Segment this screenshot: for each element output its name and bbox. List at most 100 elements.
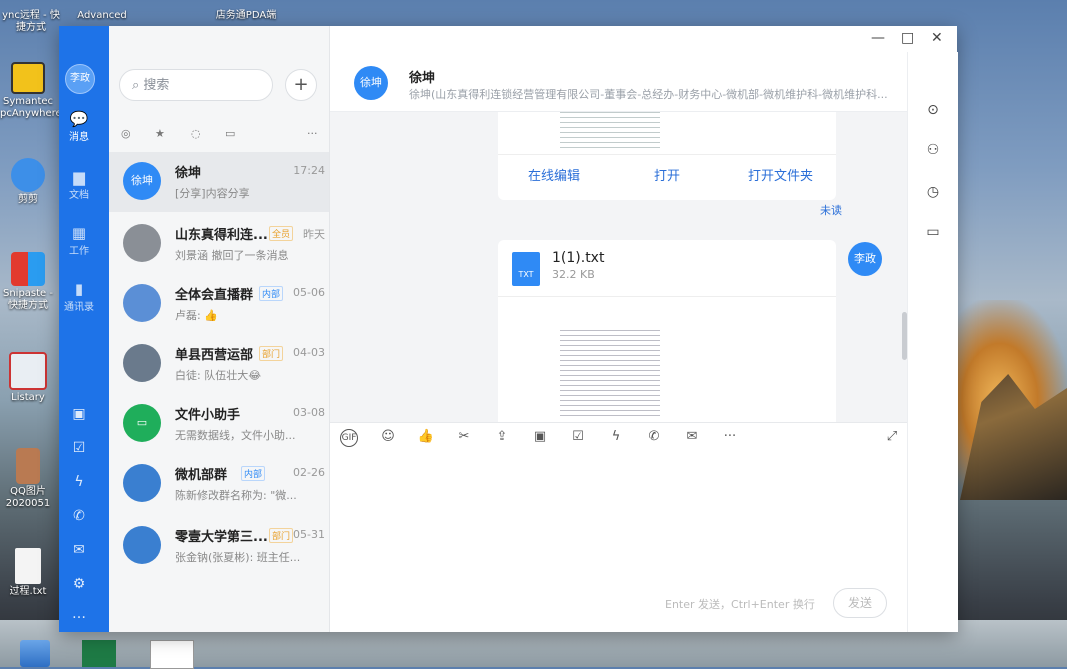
gif-icon[interactable]: GIF: [340, 429, 358, 447]
like-icon[interactable]: 👍: [416, 429, 436, 447]
desktop-icon-label: Symantec pcAnywhere: [0, 96, 62, 119]
desktop-icon-label: 店务通PDA端: [215, 10, 277, 21]
group-avatar: [123, 224, 161, 262]
desktop-icon-listary[interactable]: Listary: [0, 352, 56, 404]
calendar-icon[interactable]: ▣: [69, 406, 89, 426]
conversation-time: 03-08: [293, 406, 325, 419]
conversation-tag: 全员: [269, 226, 294, 241]
send-button[interactable]: 发送: [833, 588, 887, 618]
add-member-icon[interactable]: ⚇: [923, 142, 943, 162]
file-actions: 在线编辑 打开 打开文件夹: [498, 154, 836, 191]
desktop-icon-jianjian[interactable]: 剪剪: [0, 158, 56, 206]
network-icon[interactable]: [20, 640, 50, 667]
group-avatar: [123, 464, 161, 502]
ding-icon[interactable]: ϟ: [69, 474, 89, 494]
scissors-icon[interactable]: ✂: [454, 429, 474, 447]
work-grid-icon: ▦: [71, 224, 87, 242]
document-icon: ▆: [73, 168, 85, 186]
list-item[interactable]: 全体会直播群 内部 05-06 卢磊: 👍: [109, 274, 329, 334]
list-item[interactable]: 山东真得利连... 全员 昨天 刘景涵 撤回了一条消息: [109, 214, 329, 274]
nav-work[interactable]: ▦ 工作: [59, 224, 99, 257]
desktop-icon-txt[interactable]: 过程.txt: [0, 548, 56, 598]
more-options-icon[interactable]: ⊙: [923, 102, 943, 122]
list-item[interactable]: 单县西营运部 部门 04-03 白徒: 队伍壮大😂: [109, 334, 329, 394]
my-avatar[interactable]: 李政: [848, 242, 882, 276]
desktop-icon-label: Advanced: [77, 10, 127, 21]
file-filter-icon[interactable]: ▭: [225, 127, 235, 140]
contact-avatar[interactable]: 徐坤: [354, 66, 388, 100]
folder-icon[interactable]: ▭: [923, 224, 943, 244]
conversation-name: 徐坤: [175, 166, 202, 181]
txt-file-icon: TXT: [512, 252, 540, 286]
desktop-icon-snipaste[interactable]: Snipaste - 快捷方式: [0, 252, 56, 312]
user-avatar[interactable]: 李政: [65, 64, 95, 94]
star-icon[interactable]: ★: [155, 127, 165, 140]
more-icon[interactable]: ···: [720, 429, 740, 447]
history-icon[interactable]: ◷: [923, 184, 943, 204]
minimize-button[interactable]: —: [871, 30, 885, 46]
online-edit-button[interactable]: 在线编辑: [528, 165, 580, 184]
desktop-icon-pcanywhere[interactable]: Symantec pcAnywhere: [0, 62, 62, 120]
script-icon[interactable]: [150, 640, 194, 669]
more-filter-icon[interactable]: ···: [307, 127, 318, 140]
message-input[interactable]: Enter 发送，Ctrl+Enter 换行 发送: [330, 452, 907, 632]
share-icon[interactable]: ⇪: [492, 429, 512, 447]
conversation-preview: 刘景涵 撤回了一条消息: [175, 249, 289, 262]
message-icon: 💬: [69, 110, 89, 128]
file-card[interactable]: 在线编辑 打开 打开文件夹: [498, 112, 836, 200]
conversation-name: 零壹大学第三...: [175, 530, 268, 545]
desktop-icon-label: 剪剪: [18, 194, 38, 205]
message-area: 在线编辑 打开 打开文件夹 未读 TXT 1(1).txt 32.2 KB 李政: [330, 112, 907, 422]
ding-icon[interactable]: ϟ: [606, 429, 626, 447]
app-window: 李政 💬 消息 ▆ 文档 ▦ 工作 ▮ 通讯录 ▣ ☑ ϟ ✆ ✉ ⚙ … ⌕ …: [59, 26, 958, 632]
settings-icon[interactable]: ⚙: [69, 576, 89, 596]
contacts-icon: ▮: [74, 280, 84, 298]
nav-messages[interactable]: 💬 消息: [59, 110, 99, 143]
unread-filter-icon[interactable]: ◌: [191, 127, 201, 140]
desktop-icon-label: 过程.txt: [9, 586, 47, 597]
nav-label: 工作: [69, 246, 89, 257]
desktop-shortcut-remote[interactable]: ync远程 - 快捷方式: [0, 10, 62, 34]
add-button[interactable]: +: [285, 69, 317, 101]
conversation-name: 全体会直播群: [175, 288, 254, 303]
nav-documents[interactable]: ▆ 文档: [59, 168, 99, 201]
desktop-icon-qq-image[interactable]: QQ图片2020051: [0, 448, 56, 510]
excel-icon[interactable]: [82, 640, 116, 667]
group-avatar: [123, 344, 161, 382]
desktop-shortcut-pda[interactable]: 店务通PDA端: [208, 10, 284, 22]
at-me-icon[interactable]: ◎: [121, 127, 131, 140]
nav-contacts[interactable]: ▮ 通讯录: [59, 280, 99, 313]
conversation-preview: 陈新修改群名称为: "微...: [175, 489, 297, 502]
todo-icon[interactable]: ☑: [568, 429, 588, 447]
todo-icon[interactable]: ☑: [69, 440, 89, 460]
more-icon[interactable]: …: [69, 606, 89, 626]
phone-icon[interactable]: ✆: [644, 429, 664, 447]
jianjian-icon: [11, 158, 45, 192]
mail-icon[interactable]: ✉: [69, 542, 89, 562]
close-button[interactable]: ✕: [931, 30, 943, 46]
expand-icon[interactable]: ⤢: [882, 429, 902, 447]
open-button[interactable]: 打开: [654, 165, 680, 184]
text-file-icon: [15, 548, 41, 584]
search-input[interactable]: ⌕ 搜索: [119, 69, 273, 101]
nav-label: 消息: [69, 132, 89, 143]
file-preview: [560, 112, 660, 152]
list-item[interactable]: 零壹大学第三... 部门 05-31 张金钠(张夏彬): 班主任...: [109, 516, 329, 576]
nav-rail: 李政 💬 消息 ▆ 文档 ▦ 工作 ▮ 通讯录 ▣ ☑ ϟ ✆ ✉ ⚙ …: [59, 26, 109, 632]
nav-label: 文档: [69, 190, 89, 201]
file-card[interactable]: TXT 1(1).txt 32.2 KB: [498, 240, 836, 422]
search-icon: ⌕: [132, 78, 140, 93]
calendar-icon[interactable]: ▣: [530, 429, 550, 447]
maximize-button[interactable]: □: [901, 30, 914, 46]
conversation-time: 02-26: [293, 466, 325, 479]
list-item[interactable]: ▭ 文件小助手 03-08 无需数据线，文件小助...: [109, 394, 329, 454]
emoji-icon[interactable]: ☺: [378, 429, 398, 447]
desktop-shortcut-advanced[interactable]: Advanced: [70, 10, 134, 22]
list-item[interactable]: 徐坤 徐坤 17:24 [分享]内容分享: [109, 152, 329, 212]
group-avatar: [123, 526, 161, 564]
open-folder-button[interactable]: 打开文件夹: [748, 165, 813, 184]
conversation-time: 昨天: [303, 228, 325, 241]
mail-icon[interactable]: ✉: [682, 429, 702, 447]
phone-icon[interactable]: ✆: [69, 508, 89, 528]
list-item[interactable]: 微机部群 内部 02-26 陈新修改群名称为: "微...: [109, 454, 329, 514]
